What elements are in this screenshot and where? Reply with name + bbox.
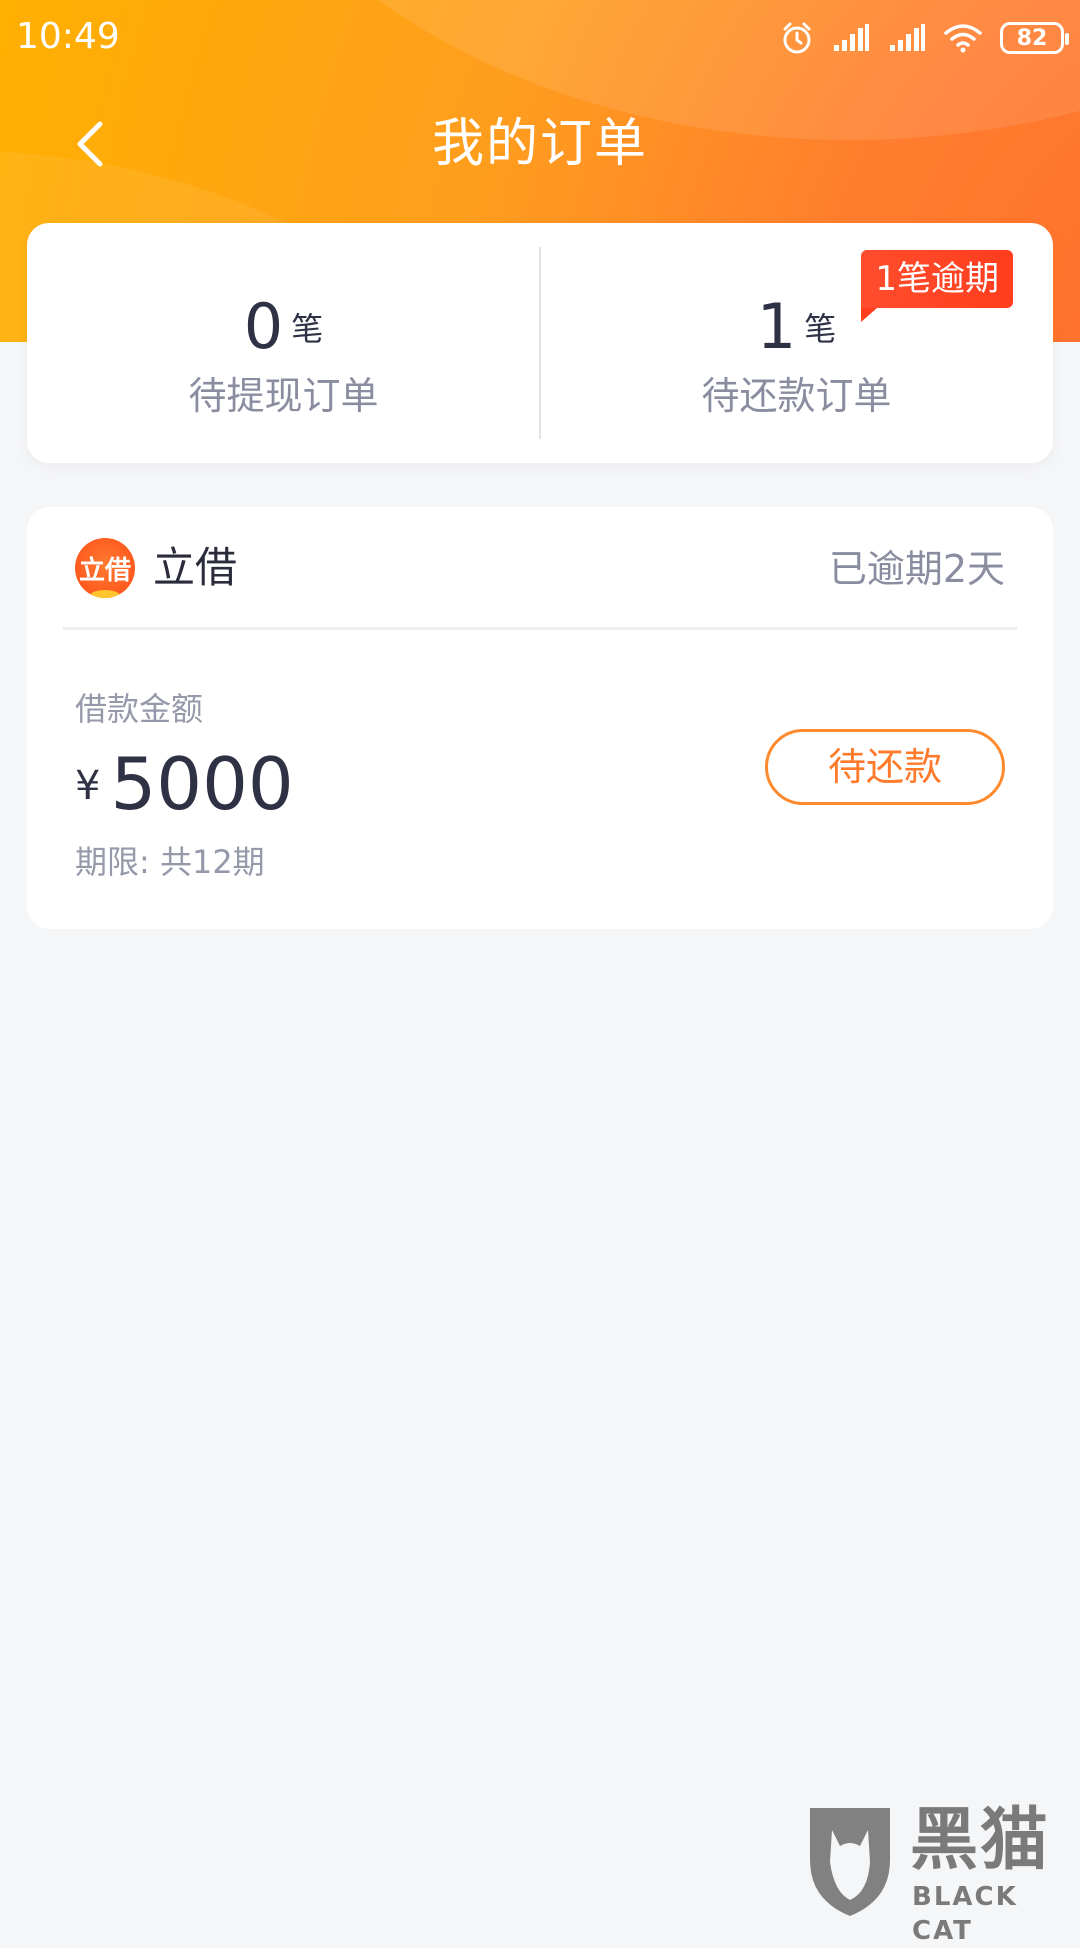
pending-repay-label: 待还款订单 bbox=[540, 371, 1053, 421]
status-time: 10:49 bbox=[16, 14, 120, 60]
repay-button[interactable]: 待还款 bbox=[765, 729, 1005, 805]
loan-term: 期限: 共12期 bbox=[75, 839, 265, 885]
cat-shield-icon bbox=[800, 1800, 900, 1920]
pending-withdraw-count: 0 笔 bbox=[27, 291, 540, 363]
loan-amount: ¥ 5000 bbox=[75, 739, 294, 829]
order-status: 已逾期2天 bbox=[829, 539, 1005, 599]
order-divider bbox=[63, 627, 1017, 630]
battery-icon: 82 bbox=[1000, 22, 1064, 54]
pending-withdraw-number: 0 bbox=[244, 291, 283, 363]
status-bar: 10:49 82 bbox=[0, 0, 1080, 74]
battery-level: 82 bbox=[1017, 26, 1048, 51]
lender-name: 立借 bbox=[153, 537, 237, 599]
order-summary-card: 0 笔 待提现订单 1 笔 待还款订单 1笔逾期 bbox=[27, 223, 1053, 463]
pending-repay-unit: 笔 bbox=[804, 304, 836, 350]
signal-icon bbox=[888, 23, 926, 53]
watermark-brand-cn: 黑猫 bbox=[910, 1802, 1050, 1880]
nav-bar: 我的订单 bbox=[0, 96, 1080, 192]
page-title: 我的订单 bbox=[0, 106, 1080, 182]
lender-logo: 立借 bbox=[75, 538, 135, 598]
order-card[interactable]: 立借 立借 已逾期2天 借款金额 ¥ 5000 期限: 共12期 待还款 bbox=[27, 507, 1053, 929]
pending-repay-number: 1 bbox=[757, 291, 796, 363]
lender-logo-text: 立借 bbox=[79, 550, 131, 587]
pending-withdraw-unit: 笔 bbox=[291, 304, 323, 350]
signal-icon bbox=[832, 23, 870, 53]
pending-withdraw-tab[interactable]: 0 笔 待提现订单 bbox=[27, 223, 540, 463]
currency-symbol: ¥ bbox=[75, 763, 100, 809]
watermark-brand-en: BLACK CAT bbox=[912, 1880, 1080, 1948]
alarm-icon bbox=[780, 21, 814, 55]
pending-withdraw-label: 待提现订单 bbox=[27, 371, 540, 421]
order-card-header: 立借 立借 已逾期2天 bbox=[27, 507, 1053, 629]
amount-label: 借款金额 bbox=[75, 687, 203, 731]
overdue-badge: 1笔逾期 bbox=[861, 250, 1013, 308]
status-icons: 82 bbox=[780, 18, 1064, 58]
amount-value: 5000 bbox=[110, 739, 293, 829]
watermark: 黑猫 BLACK CAT bbox=[800, 1800, 1080, 1920]
wifi-icon bbox=[944, 23, 982, 53]
